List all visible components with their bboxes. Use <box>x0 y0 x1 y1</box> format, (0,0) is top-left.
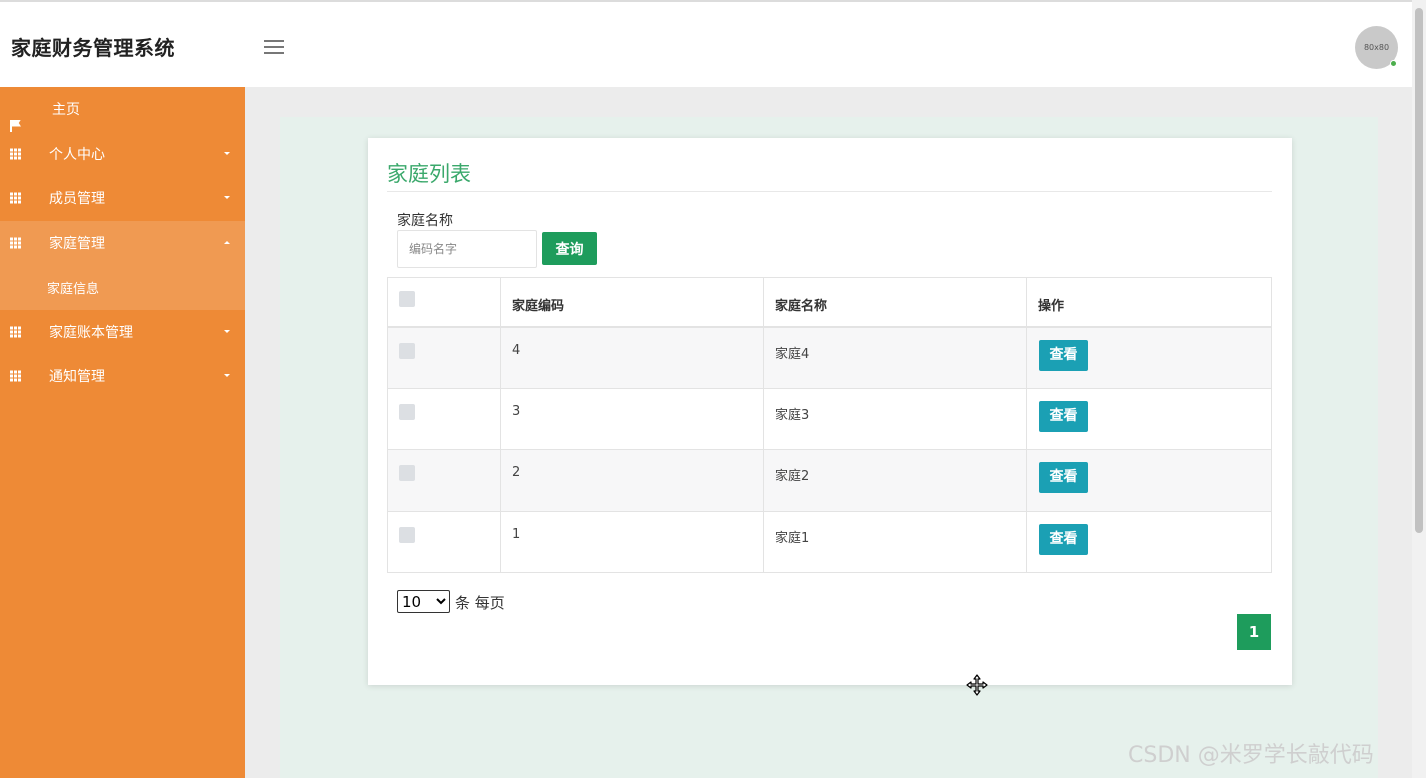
actions-cell: 查看 <box>1026 326 1272 389</box>
actions-cell: 查看 <box>1026 510 1272 573</box>
header-family-name: 家庭名称 <box>763 277 1027 328</box>
sidebar-item-label: 个人中心 <box>49 146 105 163</box>
header-actions: 操作 <box>1026 277 1272 328</box>
sidebar-item-notice-management[interactable]: 通知管理 <box>0 354 245 399</box>
family-name-cell: 家庭2 <box>763 449 1027 512</box>
select-all-checkbox[interactable] <box>399 291 415 307</box>
online-status-dot <box>1390 60 1397 67</box>
sidebar-item-family-management[interactable]: 家庭管理 <box>0 220 245 265</box>
grid-icon <box>10 192 21 204</box>
sidebar-item-label: 成员管理 <box>49 191 105 208</box>
table-row: 2 家庭2 查看 <box>387 449 1272 512</box>
row-checkbox-cell <box>387 510 501 573</box>
sidebar-item-label: 通知管理 <box>49 369 105 386</box>
caret-down-icon <box>224 374 230 378</box>
avatar[interactable]: 80x80 <box>1355 26 1398 69</box>
row-checkbox[interactable] <box>399 403 415 420</box>
page-size-label: 条 每页 <box>455 594 505 612</box>
query-button[interactable]: 查询 <box>542 232 597 265</box>
avatar-text: 80x80 <box>1363 43 1390 52</box>
grid-icon <box>10 370 21 382</box>
row-checkbox-cell <box>387 387 501 450</box>
search-label: 家庭名称 <box>397 213 453 229</box>
divider <box>387 191 1272 192</box>
menu-toggle-icon[interactable] <box>264 40 284 54</box>
table-row: 3 家庭3 查看 <box>387 387 1272 450</box>
sidebar-item-label: 主页 <box>52 102 80 119</box>
page-title: 家庭列表 <box>387 162 471 186</box>
caret-up-icon <box>224 240 230 244</box>
actions-cell: 查看 <box>1026 387 1272 450</box>
app-title: 家庭财务管理系统 <box>11 36 175 60</box>
family-code-cell: 2 <box>500 449 764 512</box>
family-name-cell: 家庭1 <box>763 510 1027 573</box>
sidebar-item-family-ledger-management[interactable]: 家庭账本管理 <box>0 310 245 355</box>
family-name-cell: 家庭4 <box>763 326 1027 389</box>
family-name-cell: 家庭3 <box>763 387 1027 450</box>
select-all-header <box>387 277 501 328</box>
sidebar-item-label: 家庭管理 <box>49 235 105 252</box>
top-bar: 家庭财务管理系统 80x80 <box>0 0 1412 87</box>
page-scrollbar[interactable] <box>1412 0 1426 778</box>
row-checkbox[interactable] <box>399 526 415 543</box>
row-checkbox-cell <box>387 326 501 389</box>
caret-down-icon <box>224 196 230 200</box>
table-row: 1 家庭1 查看 <box>387 510 1272 573</box>
caret-down-icon <box>224 329 230 333</box>
header-family-code: 家庭编码 <box>500 277 764 328</box>
family-code-cell: 4 <box>500 326 764 389</box>
sidebar-subitem-label: 家庭信息 <box>47 281 100 297</box>
row-checkbox-cell <box>387 449 501 512</box>
move-cursor-icon <box>966 674 988 696</box>
grid-icon <box>10 148 21 160</box>
row-checkbox[interactable] <box>399 342 415 359</box>
table-row: 4 家庭4 查看 <box>387 326 1272 389</box>
caret-down-icon <box>224 151 230 155</box>
view-button[interactable]: 查看 <box>1039 339 1088 371</box>
sidebar-item-member-management[interactable]: 成员管理 <box>0 176 245 221</box>
scrollbar-thumb[interactable] <box>1415 8 1423 533</box>
grid-icon <box>10 326 21 338</box>
sidebar: 主页 个人中心 成员管理 家庭管理 家庭信息 家庭账本管理 通知管理 <box>0 87 245 778</box>
sidebar-item-label: 家庭账本管理 <box>49 324 133 341</box>
actions-cell: 查看 <box>1026 449 1272 512</box>
flag-icon <box>10 119 22 132</box>
row-checkbox[interactable] <box>399 465 415 481</box>
sidebar-item-home[interactable]: 主页 <box>0 87 245 132</box>
sidebar-item-personal-center[interactable]: 个人中心 <box>0 132 245 177</box>
sidebar-subitem-family-info[interactable]: 家庭信息 <box>0 265 245 310</box>
family-list-card: 家庭列表 家庭名称 查询 家庭编码 家庭名称 操作 4 家庭4 查看 3 家庭3 <box>368 138 1292 685</box>
view-button[interactable]: 查看 <box>1039 523 1088 555</box>
watermark: CSDN @米罗学长敲代码 <box>1128 743 1374 768</box>
page-size-select[interactable]: 10 <box>397 590 450 613</box>
family-name-search-input[interactable] <box>397 230 537 268</box>
family-code-cell: 1 <box>500 510 764 573</box>
pagination-page-1[interactable]: 1 <box>1237 614 1271 650</box>
view-button[interactable]: 查看 <box>1039 400 1088 432</box>
family-table: 家庭编码 家庭名称 操作 4 家庭4 查看 3 家庭3 查看 2 家庭2 查看 … <box>387 277 1272 573</box>
table-header-row: 家庭编码 家庭名称 操作 <box>387 277 1272 328</box>
family-code-cell: 3 <box>500 387 764 450</box>
view-button[interactable]: 查看 <box>1039 462 1088 493</box>
grid-icon <box>10 237 21 249</box>
